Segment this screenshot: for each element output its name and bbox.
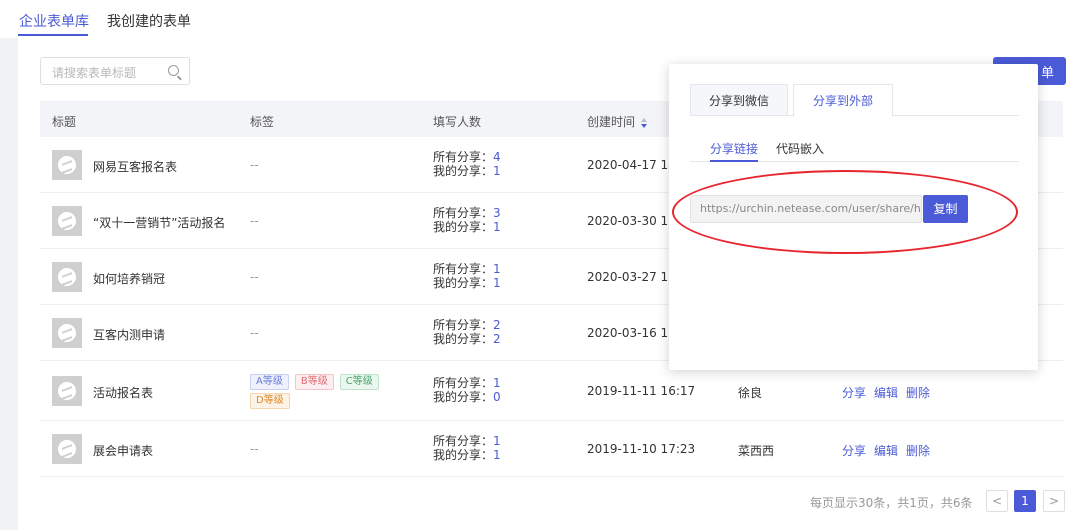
header-title: 标题: [52, 115, 77, 129]
form-tags: --: [250, 326, 259, 340]
row-actions: 分享 编辑 删除: [842, 384, 938, 401]
tag-d-level: D等级: [250, 393, 290, 409]
form-title[interactable]: 如何培养销冠: [93, 270, 165, 287]
created-time: 2019-11-10 17:23: [587, 442, 696, 456]
row-actions: 分享 编辑 删除: [842, 442, 938, 459]
form-avatar-icon: [52, 434, 82, 464]
header-created-time[interactable]: 创建时间: [587, 113, 648, 130]
create-form-label: 单: [1040, 66, 1054, 81]
next-page-button[interactable]: >: [1043, 490, 1065, 512]
form-tags: --: [250, 270, 259, 284]
all-share-label: 所有分享：: [433, 318, 494, 332]
my-share-label: 我的分享：: [433, 332, 494, 346]
all-share-label: 所有分享：: [433, 262, 494, 276]
all-share-label: 所有分享：: [433, 206, 494, 220]
share-tabs: 分享到微信 分享到外部: [690, 84, 1019, 117]
subtab-embed-code[interactable]: 代码嵌入: [776, 140, 824, 157]
fill-count: 所有分享：2 我的分享：2: [433, 318, 501, 346]
pagination-summary: 每页显示30条，共1页，共6条: [810, 496, 973, 510]
all-share-count[interactable]: 4: [493, 150, 501, 164]
created-time: 2019-11-11 16:17: [587, 384, 696, 398]
form-title[interactable]: 活动报名表: [93, 384, 153, 401]
share-link[interactable]: 分享: [842, 386, 866, 400]
form-tags: --: [250, 158, 259, 172]
highlight-ellipse: [672, 170, 1018, 254]
search-input[interactable]: 请搜索表单标题: [40, 57, 190, 85]
form-avatar-icon: [52, 262, 82, 292]
form-title[interactable]: 互客内测申请: [93, 326, 165, 343]
all-share-count[interactable]: 1: [493, 262, 501, 276]
my-share-label: 我的分享：: [433, 448, 494, 462]
tab-my-forms[interactable]: 我创建的表单: [107, 11, 191, 31]
active-tab-underline: [18, 34, 88, 36]
form-title[interactable]: “双十一营销节”活动报名: [93, 214, 225, 231]
form-avatar-icon: [52, 206, 82, 236]
share-link[interactable]: 分享: [842, 444, 866, 458]
sort-icon[interactable]: [641, 117, 648, 128]
tag-a-level: A等级: [250, 374, 289, 390]
all-share-count[interactable]: 2: [493, 318, 501, 332]
form-title[interactable]: 展会申请表: [93, 442, 153, 459]
form-tags: --: [250, 214, 259, 228]
tab-share-wechat[interactable]: 分享到微信: [690, 84, 788, 116]
creator-name: 菜西西: [738, 444, 775, 458]
my-share-count[interactable]: 1: [493, 448, 501, 462]
top-tab-bar: 企业表单库 我创建的表单: [0, 0, 1080, 38]
my-share-count[interactable]: 1: [493, 164, 501, 178]
delete-link[interactable]: 删除: [906, 444, 930, 458]
share-subtabs: 分享链接 代码嵌入: [690, 140, 1019, 162]
all-share-count[interactable]: 1: [493, 376, 501, 390]
form-tags: --: [250, 442, 259, 456]
subtab-share-link[interactable]: 分享链接: [710, 140, 758, 157]
all-share-label: 所有分享：: [433, 434, 494, 448]
fill-count: 所有分享：1 我的分享：1: [433, 434, 501, 462]
prev-page-button[interactable]: <: [986, 490, 1008, 512]
table-row: 活动报名表 A等级 B等级 C等级 D等级 所有分享：1 我的分享：0 2019-11…: [40, 361, 1063, 421]
form-avatar-icon: [52, 318, 82, 348]
my-share-label: 我的分享：: [433, 390, 494, 404]
my-share-count[interactable]: 0: [493, 390, 501, 404]
search-icon[interactable]: [168, 65, 179, 76]
delete-link[interactable]: 删除: [906, 386, 930, 400]
form-title[interactable]: 网易互客报名表: [93, 158, 177, 175]
my-share-label: 我的分享：: [433, 276, 494, 290]
header-fill-count: 填写人数: [433, 115, 482, 129]
tab-share-external[interactable]: 分享到外部: [793, 84, 893, 117]
fill-count: 所有分享：3 我的分享：1: [433, 206, 501, 234]
tab-enterprise-forms[interactable]: 企业表单库: [19, 11, 89, 31]
page-1-button[interactable]: 1: [1014, 490, 1036, 512]
tag-c-level: C等级: [339, 374, 379, 390]
all-share-label: 所有分享：: [433, 376, 494, 390]
header-tags: 标签: [250, 115, 275, 129]
edit-link[interactable]: 编辑: [874, 444, 898, 458]
all-share-count[interactable]: 3: [493, 206, 501, 220]
creator-name: 徐良: [738, 386, 763, 400]
table-row: 展会申请表 -- 所有分享：1 我的分享：1 2019-11-10 17:23 …: [40, 421, 1063, 477]
active-subtab-underline: [710, 160, 758, 162]
edit-link[interactable]: 编辑: [874, 386, 898, 400]
fill-count: 所有分享：1 我的分享：1: [433, 262, 501, 290]
fill-count: 所有分享：4 我的分享：1: [433, 150, 501, 178]
fill-count: 所有分享：1 我的分享：0: [433, 376, 501, 404]
form-avatar-icon: [52, 150, 82, 180]
my-share-label: 我的分享：: [433, 164, 494, 178]
search-placeholder: 请搜索表单标题: [52, 66, 137, 80]
form-tags: A等级 B等级 C等级 D等级: [250, 373, 410, 411]
form-avatar-icon: [52, 376, 82, 406]
tag-b-level: B等级: [294, 374, 334, 390]
header-created-time-label: 创建时间: [587, 115, 636, 129]
my-share-label: 我的分享：: [433, 220, 494, 234]
all-share-label: 所有分享：: [433, 150, 494, 164]
my-share-count[interactable]: 1: [493, 220, 501, 234]
my-share-count[interactable]: 2: [493, 332, 501, 346]
my-share-count[interactable]: 1: [493, 276, 501, 290]
all-share-count[interactable]: 1: [493, 434, 501, 448]
